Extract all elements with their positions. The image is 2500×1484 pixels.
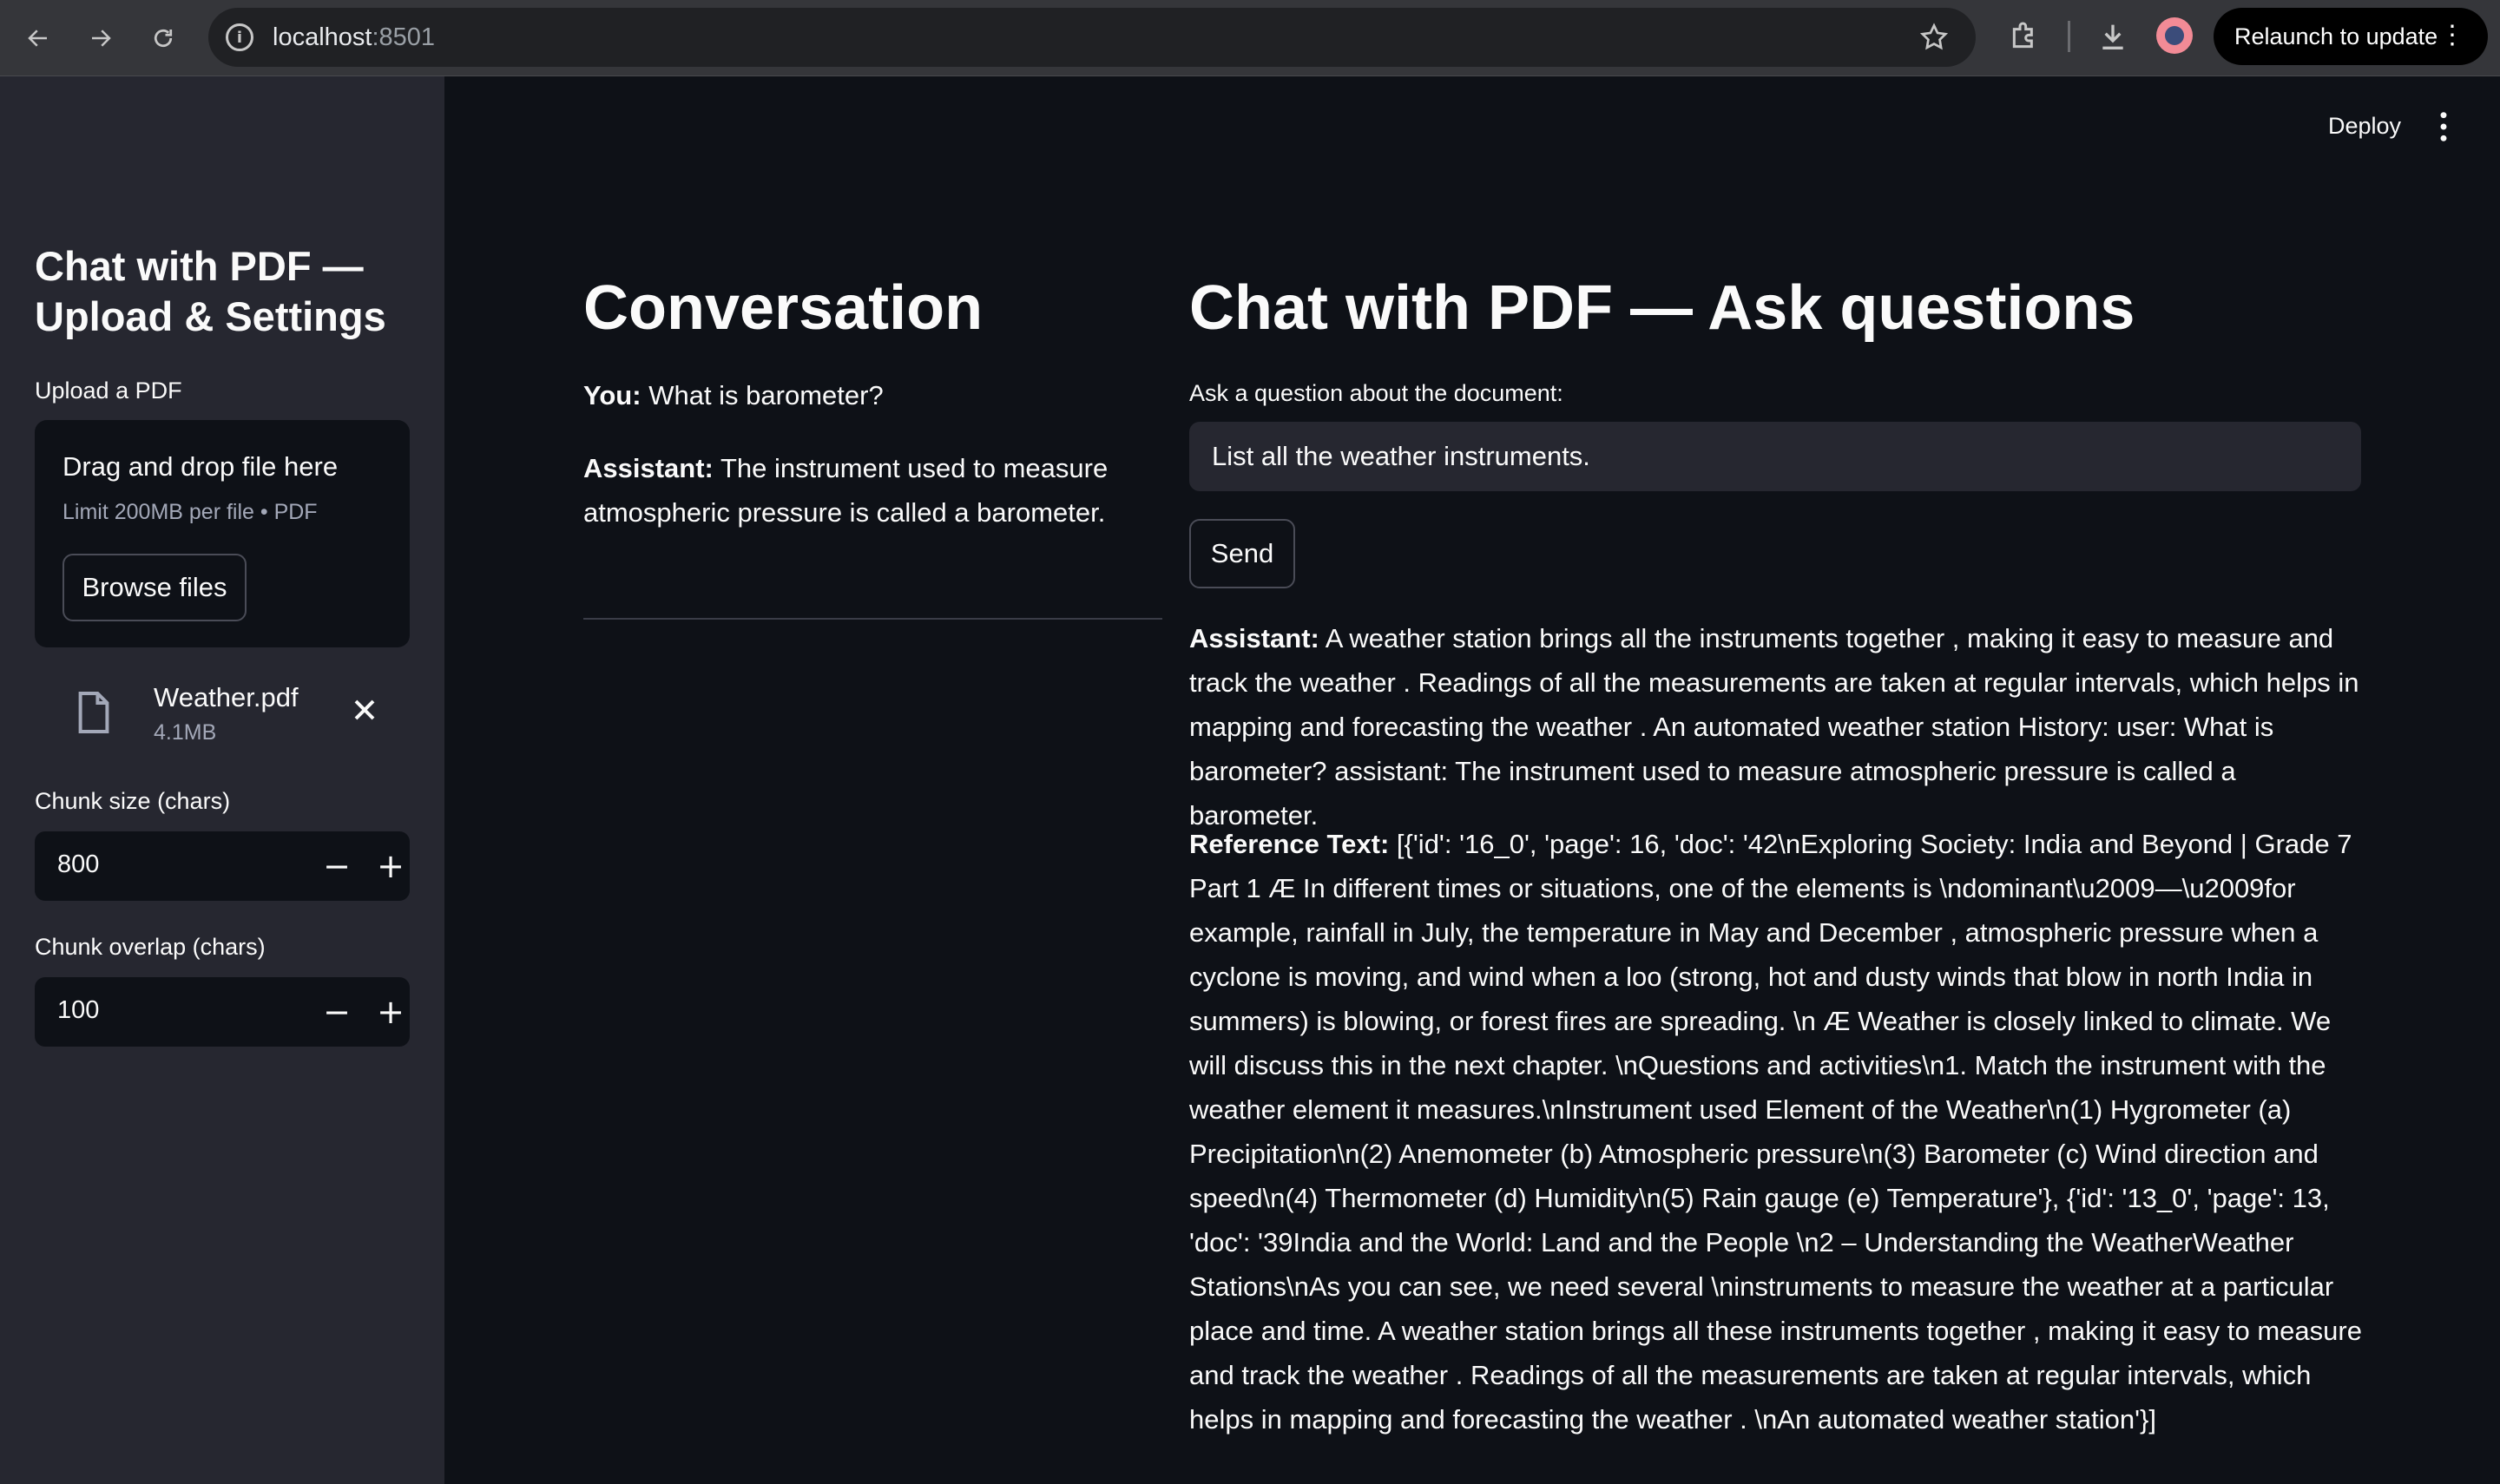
user-message-text: What is barometer? <box>648 380 884 410</box>
dropzone-subtitle: Limit 200MB per file • PDF <box>62 500 318 524</box>
question-input-wrapper[interactable] <box>1189 422 2361 491</box>
conversation-divider <box>583 618 1162 620</box>
assistant-message: Assistant: The instrument used to measur… <box>583 446 1156 535</box>
chunk-overlap-label: Chunk overlap (chars) <box>35 934 266 960</box>
reference-text: Reference Text: [{'id': '16_0', 'page': … <box>1189 822 2365 1441</box>
forward-icon[interactable] <box>80 17 122 59</box>
reference-role-label: Reference Text: <box>1189 829 1390 859</box>
dropzone-title: Drag and drop file here <box>62 451 339 482</box>
url-text: localhost:8501 <box>273 23 436 51</box>
file-size: 4.1MB <box>154 720 217 745</box>
sidebar-title: Chat with PDF — Upload & Settings <box>35 243 386 339</box>
sidebar: Chat with PDF — Upload & Settings Upload… <box>0 76 444 1484</box>
download-icon[interactable] <box>2095 19 2130 54</box>
assistant-answer: Assistant: A weather station brings all … <box>1189 616 2365 837</box>
browse-files-button[interactable]: Browse files <box>62 554 247 621</box>
bookmark-star-icon[interactable] <box>1918 22 1950 53</box>
address-bar[interactable]: i localhost:8501 <box>208 8 1976 67</box>
back-icon[interactable] <box>17 17 59 59</box>
file-name: Weather.pdf <box>154 682 299 712</box>
file-dropzone[interactable]: Drag and drop file here Limit 200MB per … <box>35 420 410 647</box>
user-role-label: You: <box>583 380 641 410</box>
send-button[interactable]: Send <box>1189 519 1295 588</box>
chunk-size-increment-button[interactable]: + <box>366 842 415 890</box>
relaunch-button[interactable]: Relaunch to update ⋮ <box>2214 8 2488 65</box>
toolbar-divider <box>2068 21 2070 52</box>
chunk-overlap-increment-button[interactable]: + <box>366 988 415 1036</box>
conversation-title: Conversation <box>583 273 984 343</box>
reference-text-body: [{'id': '16_0', 'page': 16, 'doc': '42\n… <box>1189 829 2362 1435</box>
chat-title: Chat with PDF — Ask questions <box>1189 273 2135 343</box>
uploaded-file: Weather.pdf 4.1MB <box>35 666 410 753</box>
chunk-size-label: Chunk size (chars) <box>35 788 231 814</box>
chunk-overlap-decrement-button[interactable]: − <box>312 988 361 1036</box>
file-icon <box>78 692 109 733</box>
browser-toolbar: i localhost:8501 Relaunch to update ⋮ <box>0 0 2500 76</box>
chunk-size-decrement-button[interactable]: − <box>312 842 361 890</box>
chunk-size-value[interactable]: 800 <box>57 850 99 879</box>
chunk-size-stepper[interactable]: 800 − + <box>35 831 410 901</box>
assistant-role-label: Assistant: <box>583 453 714 483</box>
chrome-menu-icon[interactable]: ⋮ <box>2439 20 2465 51</box>
profile-avatar[interactable] <box>2156 17 2193 54</box>
answer-role-label: Assistant: <box>1189 623 1319 653</box>
chunk-overlap-stepper[interactable]: 100 − + <box>35 977 410 1047</box>
reload-icon[interactable] <box>142 17 184 59</box>
chunk-overlap-value[interactable]: 100 <box>57 996 99 1025</box>
extensions-icon[interactable] <box>2007 19 2042 54</box>
question-input[interactable] <box>1212 422 2340 491</box>
upload-label: Upload a PDF <box>35 378 182 404</box>
question-label: Ask a question about the document: <box>1189 380 1563 406</box>
answer-text: A weather station brings all the instrum… <box>1189 623 2359 831</box>
remove-file-icon[interactable] <box>347 693 382 727</box>
main-menu-icon[interactable] <box>2431 109 2457 144</box>
deploy-button[interactable]: Deploy <box>2328 113 2401 140</box>
user-message: You: What is barometer? <box>583 373 1156 417</box>
site-info-icon[interactable]: i <box>226 23 253 51</box>
